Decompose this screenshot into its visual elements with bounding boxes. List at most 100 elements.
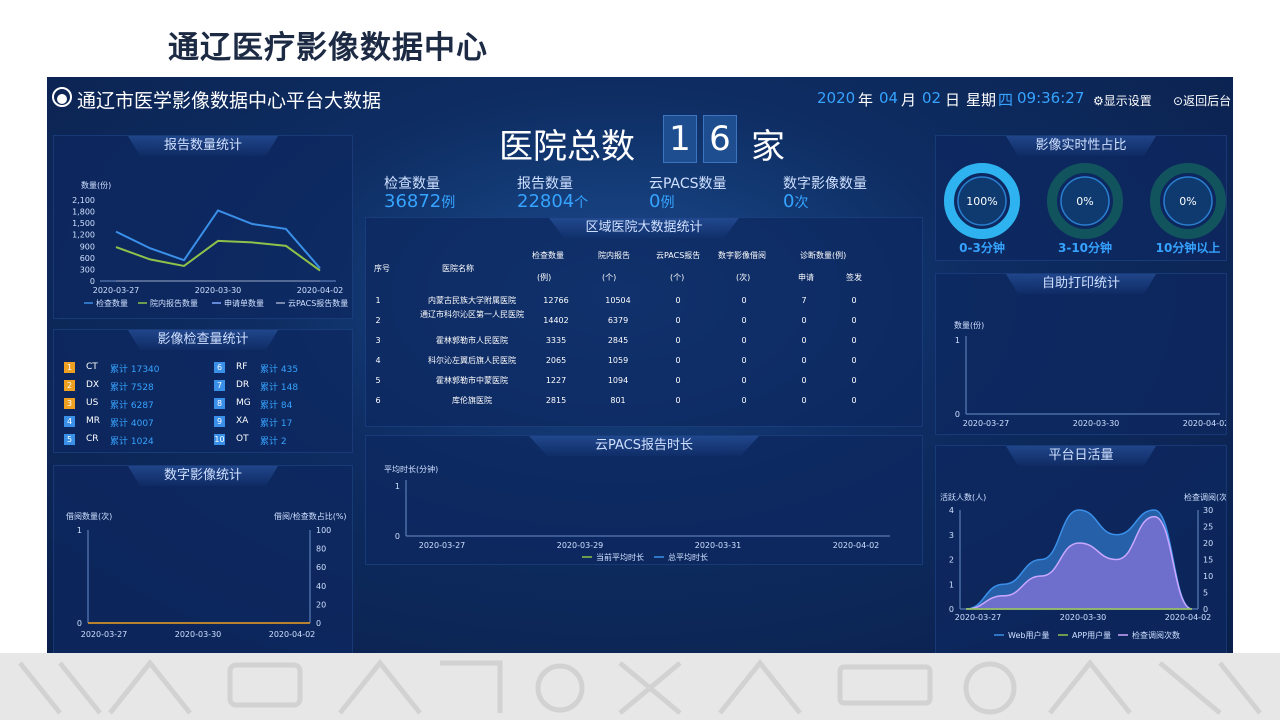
digital-image-panel: 数字影像统计 借阅数量(次) 借阅/检查数占比(%) 1 0 100 80 60 40 20… bbox=[53, 465, 353, 653]
table-cell-idx: 2 bbox=[375, 316, 381, 325]
table-cell-sign: 0 bbox=[851, 296, 857, 305]
print-chart: 数量(份) 1 0 2020-03-27 2020-03-30 2020-04-02 bbox=[954, 320, 1226, 428]
table-cell-name: 库伦旗医院 bbox=[452, 396, 492, 405]
stat-unit: 个 bbox=[574, 195, 589, 211]
modality-item: 8 MG 累计 84 bbox=[214, 396, 354, 412]
x-tick-label: 2020-03-30 bbox=[1060, 613, 1107, 622]
x-tick-label: 2020-04-02 bbox=[1183, 419, 1226, 428]
table-cell-exam: 12766 bbox=[543, 296, 569, 305]
legend-label: 检查数量 bbox=[96, 298, 128, 308]
series-line bbox=[115, 209, 321, 269]
x-tick-label: 2020-04-02 bbox=[297, 286, 344, 295]
modality-count: 累计 2 bbox=[260, 437, 287, 447]
activity-ylabel-right: 检查调阅(次) bbox=[1184, 492, 1226, 502]
modality-count: 累计 7528 bbox=[110, 383, 154, 393]
table-cell-sign: 0 bbox=[851, 336, 857, 345]
table-cell-sign: 0 bbox=[851, 376, 857, 385]
modality-rank: 6 bbox=[214, 362, 225, 373]
modality-name: MG bbox=[236, 398, 251, 408]
display-settings-label: 显示设置 bbox=[1103, 94, 1152, 108]
col-exam: 检查数量 bbox=[532, 251, 564, 260]
table-cell-exam: 14402 bbox=[543, 316, 569, 325]
hospital-digit-1: 1 bbox=[663, 115, 697, 163]
table-cell-digital: 0 bbox=[741, 396, 747, 405]
table-cell-sign: 0 bbox=[851, 356, 857, 365]
y-right-tick-label: 40 bbox=[316, 582, 326, 591]
modality-name: US bbox=[86, 398, 99, 408]
realtime-ring: 0% bbox=[1148, 161, 1228, 241]
table-cell-report: 1059 bbox=[607, 356, 629, 365]
back-to-admin-button[interactable]: ⊙返回后台 bbox=[1173, 92, 1231, 109]
table-cell-exam: 2065 bbox=[545, 356, 567, 365]
table-cell-cloud: 0 bbox=[675, 316, 681, 325]
y-tick-label: 4 bbox=[949, 506, 954, 515]
modality-count: 累计 84 bbox=[260, 401, 293, 411]
table-cell-idx: 4 bbox=[375, 356, 381, 365]
digital-image-chart: 借阅数量(次) 借阅/检查数占比(%) 1 0 100 80 60 40 20 0 2020-… bbox=[66, 511, 347, 639]
table-cell-sign: 0 bbox=[851, 396, 857, 405]
display-settings-button[interactable]: ⚙显示设置 bbox=[1093, 92, 1152, 109]
legend-label: 总平均时长 bbox=[668, 552, 708, 562]
y-right-tick-label: 60 bbox=[316, 563, 326, 572]
modality-rank: 10 bbox=[214, 434, 225, 445]
legend-label: 当前平均时长 bbox=[596, 552, 644, 562]
table-row: 6 库伦旗医院 2815 801 0 0 0 0 bbox=[372, 392, 912, 412]
y-tick-label: 900 bbox=[80, 242, 95, 251]
y-tick-label: 1 bbox=[955, 336, 960, 345]
modality-name: OT bbox=[236, 434, 249, 444]
y-right-tick-label: 15 bbox=[1203, 556, 1213, 565]
table-cell-cloud: 0 bbox=[675, 396, 681, 405]
weekday-label: 星期 bbox=[966, 91, 997, 109]
y-tick-label: 0 bbox=[77, 619, 82, 628]
table-cell-exam: 1227 bbox=[545, 376, 567, 385]
stat-value: 36872例 bbox=[384, 191, 456, 212]
y-tick-label: 1 bbox=[949, 580, 954, 589]
y-right-tick-label: 30 bbox=[1203, 506, 1213, 515]
date-year-unit: 年 bbox=[858, 91, 874, 109]
modality-name: CT bbox=[86, 362, 98, 372]
cloud-pacs-chart: 平均时长(分钟) 1 0 2020-03-27 2020-03-29 2020-03-… bbox=[384, 464, 890, 562]
modality-count: 累计 4007 bbox=[110, 419, 154, 429]
y-right-tick-label: 0 bbox=[316, 619, 321, 628]
table-cell-idx: 6 bbox=[375, 396, 381, 405]
ring-value: 0% bbox=[1076, 195, 1093, 208]
digital-ylabel-left: 借阅数量(次) bbox=[66, 511, 112, 521]
table-cell-exam: 3335 bbox=[545, 336, 567, 345]
y-tick-label: 2 bbox=[949, 556, 954, 565]
modality-rank: 8 bbox=[214, 398, 225, 409]
activity-chart: 活跃人数(人) 检查调阅(次) 43210302520151050 2020-0… bbox=[940, 492, 1226, 640]
modality-rank: 1 bbox=[64, 362, 75, 373]
report-stats-panel: 报告数量统计 数量(份) 2,100 1,800 1,500 1,200 900 600 3… bbox=[53, 135, 353, 319]
realtime-ring: 100% bbox=[942, 161, 1022, 241]
ring-label: 3-10分钟 bbox=[1057, 241, 1113, 255]
table-cell-apply: 0 bbox=[801, 336, 807, 345]
modality-item: 3 US 累计 6287 bbox=[64, 396, 204, 412]
modality-count: 累计 17 bbox=[260, 419, 293, 429]
stat-value: 0次 bbox=[783, 191, 809, 212]
hospital-total-label: 医院总数 bbox=[499, 127, 635, 167]
back-to-admin-label: 返回后台 bbox=[1183, 94, 1232, 108]
col-cloud-unit: (个) bbox=[670, 273, 685, 282]
modality-count: 累计 1024 bbox=[110, 437, 154, 447]
stat-unit: 例 bbox=[441, 195, 456, 211]
y-tick-label: 3 bbox=[949, 531, 954, 540]
modality-name: MR bbox=[86, 416, 101, 426]
report-line-chart: 数量(份) 2,100 1,800 1,500 1,200 900 600 300 0 202… bbox=[72, 180, 348, 308]
x-tick-label: 2020-03-27 bbox=[955, 613, 1002, 622]
x-tick-label: 2020-03-31 bbox=[695, 541, 742, 550]
table-cell-apply: 0 bbox=[801, 396, 807, 405]
ring-value: 100% bbox=[966, 195, 997, 208]
modality-name: CR bbox=[86, 434, 99, 444]
weekday-value: 四 bbox=[998, 91, 1014, 109]
return-icon: ⊙ bbox=[1173, 94, 1184, 108]
print-ylabel: 数量(份) bbox=[954, 320, 984, 330]
modality-rank: 2 bbox=[64, 380, 75, 391]
stat-unit: 例 bbox=[660, 195, 675, 211]
y-tick-label: 1,200 bbox=[72, 231, 95, 240]
stat-unit: 次 bbox=[794, 195, 809, 211]
x-tick-label: 2020-04-02 bbox=[1165, 613, 1212, 622]
col-diag-sign: 签发 bbox=[846, 273, 862, 282]
modality-name: RF bbox=[236, 362, 248, 372]
clock-time: 09:36:27 bbox=[1017, 89, 1085, 107]
table-cell-apply: 0 bbox=[801, 356, 807, 365]
